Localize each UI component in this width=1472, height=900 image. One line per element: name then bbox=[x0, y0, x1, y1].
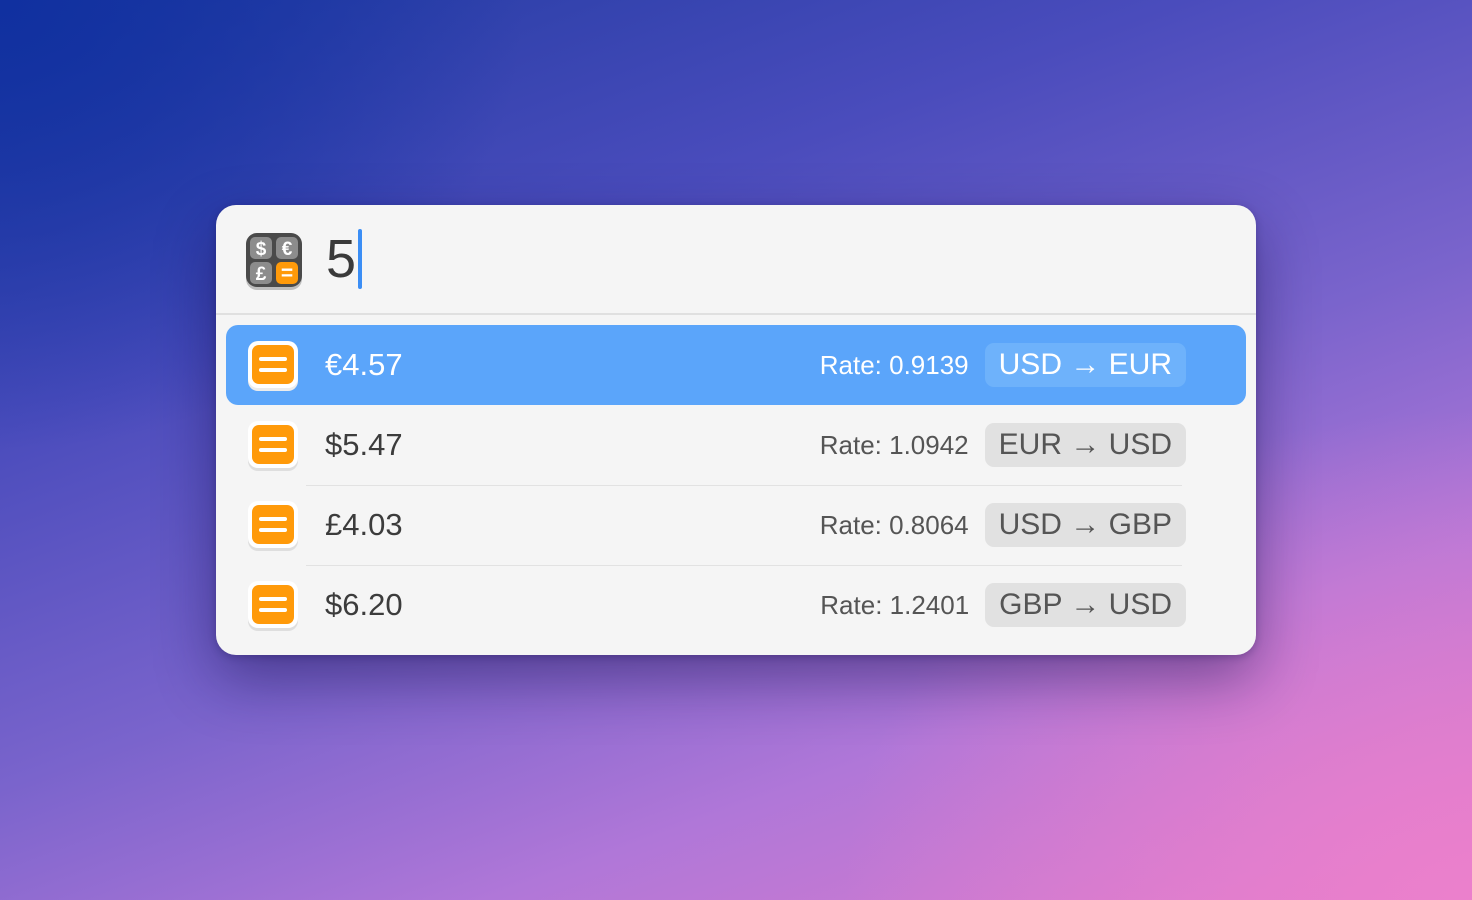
currency-pair-badge: GBP → USD bbox=[985, 583, 1186, 627]
search-bar[interactable]: $ € £ = 5 bbox=[216, 205, 1256, 315]
currency-calculator-icon: $ € £ = bbox=[246, 233, 302, 290]
currency-pair-badge: USD → EUR bbox=[984, 343, 1186, 387]
exchange-rate: Rate: 1.2401 bbox=[820, 589, 970, 620]
search-input[interactable]: 5 bbox=[326, 227, 363, 291]
svg-text:£: £ bbox=[256, 264, 267, 285]
equals-icon bbox=[248, 341, 298, 391]
exchange-rate: Rate: 0.8064 bbox=[819, 509, 969, 540]
currency-pair-badge: USD → GBP bbox=[984, 503, 1186, 547]
equals-icon bbox=[248, 501, 298, 551]
result-row[interactable]: $5.47 Rate: 1.0942 EUR → USD bbox=[226, 405, 1246, 486]
result-value: $6.20 bbox=[325, 587, 403, 622]
svg-text:$: $ bbox=[256, 239, 267, 260]
currency-pair-badge: EUR → USD bbox=[984, 423, 1186, 467]
result-row[interactable]: £4.03 Rate: 0.8064 USD → GBP bbox=[226, 485, 1246, 566]
result-row[interactable]: €4.57 Rate: 0.9139 USD → EUR bbox=[226, 325, 1246, 405]
launcher-window: $ € £ = 5 €4.57 Rate: 0.9139 USD → EUR $… bbox=[216, 205, 1256, 655]
result-value: €4.57 bbox=[325, 347, 403, 382]
result-value: $5.47 bbox=[325, 427, 403, 462]
exchange-rate: Rate: 0.9139 bbox=[819, 349, 969, 380]
result-row[interactable]: $6.20 Rate: 1.2401 GBP → USD bbox=[226, 565, 1246, 645]
result-value: £4.03 bbox=[325, 507, 403, 542]
exchange-rate: Rate: 1.0942 bbox=[819, 429, 969, 460]
equals-icon bbox=[248, 421, 298, 471]
search-query-text: 5 bbox=[326, 229, 357, 289]
equals-icon bbox=[248, 581, 298, 631]
text-caret bbox=[358, 229, 363, 289]
svg-text:=: = bbox=[281, 262, 293, 285]
svg-text:€: € bbox=[282, 239, 293, 260]
